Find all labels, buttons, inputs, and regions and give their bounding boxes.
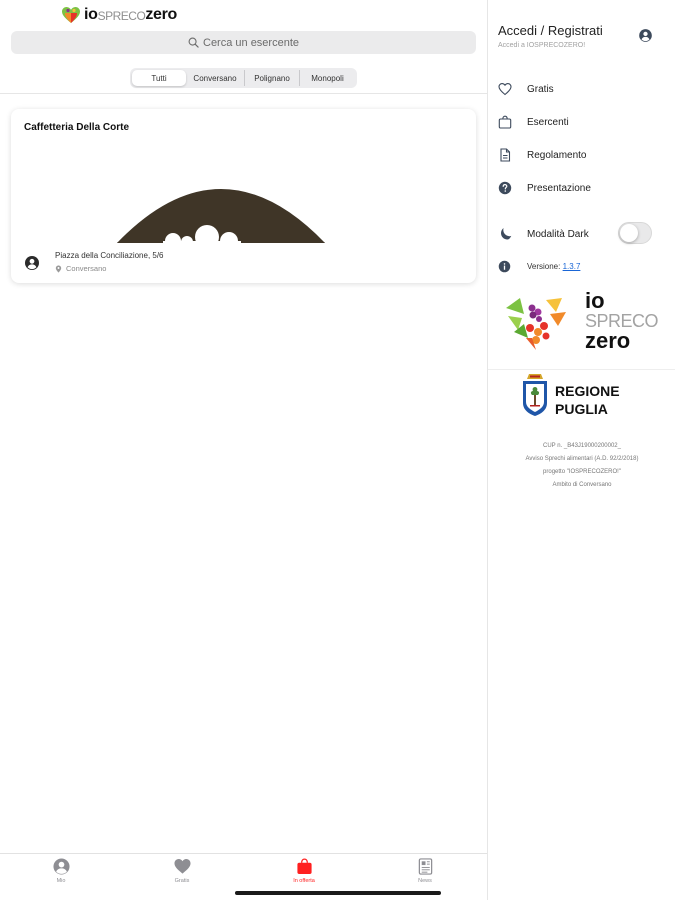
regione-puglia-logo: REGIONE PUGLIA (521, 373, 661, 423)
menu-item-presentazione[interactable]: Presentazione (498, 180, 591, 196)
fine-print-line: progetto "IOSPRECOZERO!" (543, 469, 621, 475)
user-circle-icon (52, 858, 70, 875)
tab-gratis[interactable]: Gratis (147, 858, 217, 884)
heart-icon (173, 859, 191, 874)
newspaper-icon (418, 858, 432, 875)
merchant-avatar-icon (25, 256, 39, 270)
filter-monopoli[interactable]: Monopoli (300, 70, 355, 86)
filter-polignano[interactable]: Polignano (245, 70, 300, 86)
divider (488, 369, 675, 370)
city-filter: Tutti Conversano Polignano Monopoli (130, 68, 357, 88)
project-fine-print: CUP n. _B43J19000200002_ Avviso Sprechi … (488, 440, 675, 492)
tab-gratis-label: Gratis (174, 878, 190, 884)
dark-mode-toggle[interactable] (618, 222, 652, 244)
search-placeholder: Cerca un esercente (203, 36, 299, 49)
login-subtitle: Accedi a IOSPRECOZERO! (498, 42, 586, 49)
version-row: Versione: 1.3.7 (498, 259, 580, 273)
brand-logo: io SPRECO zero (502, 290, 672, 355)
merchant-city-label: Conversano (66, 264, 107, 273)
heart-fruit-logo-icon (504, 296, 568, 351)
version-text: Versione: 1.3.7 (527, 262, 580, 271)
heart-logo-icon (62, 7, 80, 23)
regione-crest-icon (523, 374, 547, 416)
merchant-city: Conversano (55, 264, 106, 273)
region-name-line1: REGIONE (555, 383, 620, 399)
bag-icon (296, 858, 312, 875)
app-logo: io SPRECO zero (61, 5, 177, 25)
divider (0, 93, 487, 94)
menu-item-gratis[interactable]: Gratis (498, 81, 554, 97)
login-title[interactable]: Accedi / Registrati (498, 23, 603, 38)
version-label: Versione: (527, 261, 561, 271)
region-name-line2: PUGLIA (555, 401, 608, 417)
heart-outline-icon (498, 83, 512, 96)
fine-print-line: CUP n. _B43J19000200002_ (543, 443, 621, 449)
filter-tutti[interactable]: Tutti (132, 70, 186, 86)
home-indicator[interactable] (235, 891, 441, 895)
menu-item-regolamento-label: Regolamento (527, 149, 587, 161)
main-pane: io SPRECO zero Cerca un esercente Tutti … (0, 0, 487, 900)
menu-item-esercenti[interactable]: Esercenti (498, 114, 569, 130)
tab-mio[interactable]: Mio (26, 858, 96, 884)
search-icon (188, 37, 199, 48)
menu-item-presentazione-label: Presentazione (527, 182, 591, 194)
merchant-image (117, 189, 325, 243)
search-input[interactable]: Cerca un esercente (11, 31, 476, 54)
tab-news[interactable]: News (390, 858, 460, 884)
tab-news-label: News (418, 878, 432, 884)
merchant-address: Piazza della Conciliazione, 5/6 (55, 251, 164, 260)
menu-item-esercenti-label: Esercenti (527, 116, 569, 128)
menu-item-regolamento[interactable]: Regolamento (498, 147, 586, 163)
side-menu: Accedi / Registrati Accedi a IOSPRECOZER… (487, 0, 675, 900)
fine-print-line: Ambito di Conversano (552, 482, 612, 488)
fine-print-line: Avviso Sprechi alimentari (A.D. 92/2/201… (525, 456, 639, 462)
user-icon[interactable] (639, 29, 652, 42)
filter-conversano[interactable]: Conversano (186, 70, 245, 86)
dark-mode-row: Modalità Dark (498, 226, 589, 242)
location-pin-icon (55, 264, 62, 273)
tab-mio-label: Mio (56, 878, 66, 884)
bag-outline-icon (498, 115, 512, 129)
info-icon (498, 260, 511, 272)
brand-io-text: io (585, 288, 605, 313)
document-icon (500, 148, 511, 162)
menu-item-gratis-label: Gratis (527, 83, 554, 95)
brand-zero-text: zero (585, 328, 631, 353)
merchant-card[interactable]: Caffetteria Della Corte Piazza della Con… (11, 109, 476, 283)
logo-zero-text: zero (145, 6, 178, 23)
tab-in-offerta-label: In offerta (293, 878, 315, 884)
logo-spreco-text: SPRECO (97, 9, 146, 23)
moon-icon (501, 228, 512, 240)
merchant-name: Caffetteria Della Corte (24, 122, 130, 133)
logo-io-text: io (84, 6, 98, 23)
help-circle-icon (498, 181, 512, 195)
tab-in-offerta[interactable]: In offerta (269, 858, 339, 884)
dark-mode-label: Modalità Dark (527, 228, 589, 240)
version-link[interactable]: 1.3.7 (563, 262, 581, 271)
